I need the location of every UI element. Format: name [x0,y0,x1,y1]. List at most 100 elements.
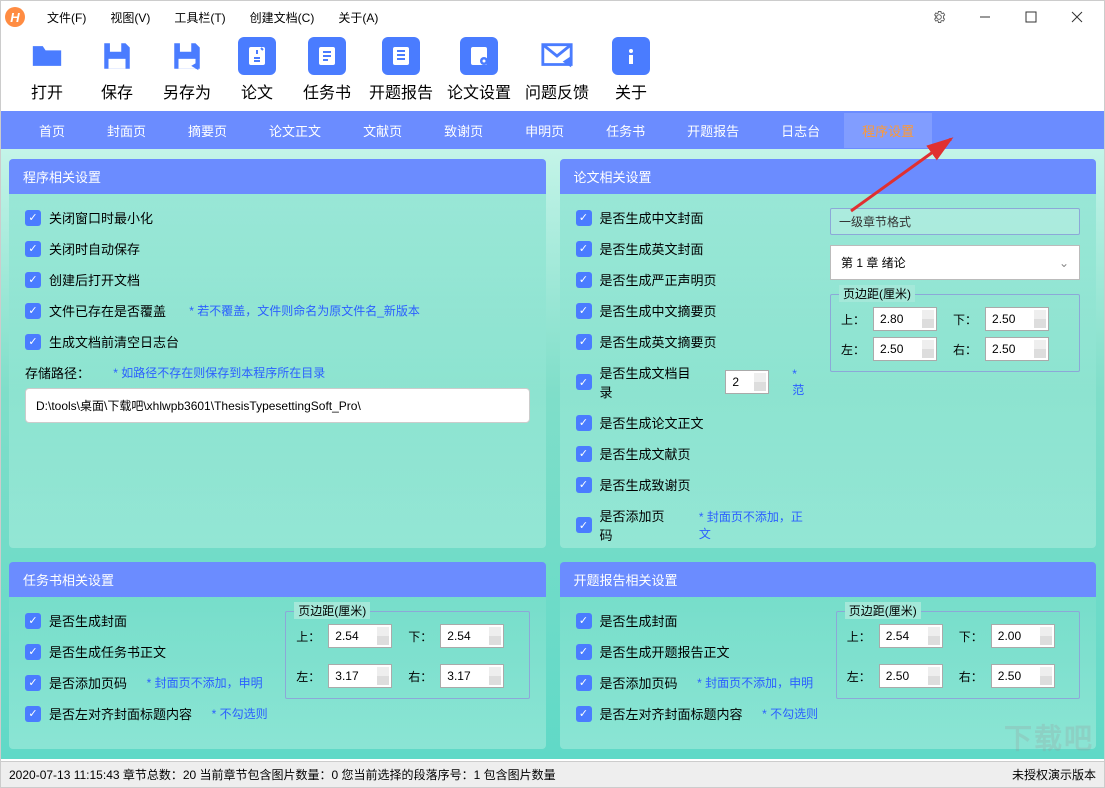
margin-bottom-input[interactable]: 2.50 [985,307,1049,331]
tab-thanks[interactable]: 致谢页 [426,113,501,148]
status-right: 未授权演示版本 [1012,766,1096,783]
panel-header: 论文相关设置 [560,159,1097,194]
checkbox[interactable] [576,675,592,691]
margin-right-input[interactable]: 3.17 [440,664,504,688]
tab-proposal[interactable]: 开题报告 [669,113,757,148]
checkbox[interactable] [576,334,592,350]
margin-bottom-input[interactable]: 2.54 [440,624,504,648]
margin-right-input[interactable]: 2.50 [991,664,1055,688]
toolbar-save[interactable]: 保存 [89,37,145,103]
checkbox[interactable] [25,675,41,691]
toolbar-saveas[interactable]: 另存为 [159,37,215,103]
check-label: 是否生成致谢页 [600,475,691,494]
toolbar-thesis[interactable]: 论文 [229,37,285,103]
label: 上： [296,628,320,645]
tab-declare[interactable]: 申明页 [507,113,582,148]
check-label: 创建后打开文档 [49,270,140,289]
margin-left-input[interactable]: 3.17 [328,664,392,688]
margin-top-input[interactable]: 2.54 [879,624,943,648]
close-button[interactable] [1054,1,1100,33]
checkbox[interactable] [25,334,41,350]
label: 问题反馈 [525,79,589,103]
toolbar-open[interactable]: 打开 [19,37,75,103]
tab-program-settings[interactable]: 程序设置 [844,113,932,148]
label: 下： [953,311,977,328]
checkbox[interactable] [25,210,41,226]
note: * 封面页不添加，申明 [697,674,813,691]
margin-title: 页边距(厘米) [845,602,921,619]
tab-home[interactable]: 首页 [21,113,83,148]
checkbox[interactable] [25,303,41,319]
dir-depth-spinner[interactable]: 2 [725,370,769,394]
settings-icon[interactable] [916,1,962,33]
toolbar-about[interactable]: 关于 [603,37,659,103]
minimize-button[interactable] [962,1,1008,33]
checkbox[interactable] [25,241,41,257]
checkbox[interactable] [25,706,41,722]
label: 上： [841,311,865,328]
toolbar-feedback[interactable]: 问题反馈 [525,37,589,103]
menu-create[interactable]: 创建文档(C) [238,9,327,26]
check-label: 是否添加页码 [600,506,676,544]
check-label: 是否添加页码 [49,673,127,692]
label: 保存 [101,79,133,103]
menu-about[interactable]: 关于(A) [326,9,390,26]
label: 开题报告 [369,79,433,103]
check-label: 是否左对齐封面标题内容 [600,704,743,723]
margin-bottom-input[interactable]: 2.00 [991,624,1055,648]
label: 另存为 [163,79,211,103]
check-label: 是否生成任务书正文 [49,642,166,661]
toolbar-task[interactable]: 任务书 [299,37,355,103]
tab-cover[interactable]: 封面页 [89,113,164,148]
label: 左： [847,668,871,685]
checkbox[interactable] [576,374,592,390]
checkbox[interactable] [576,272,592,288]
label: 左： [296,668,320,685]
checkbox[interactable] [25,613,41,629]
panel-task: 任务书相关设置 是否生成封面 是否生成任务书正文 是否添加页码 * 封面页不添加… [9,562,546,749]
checkbox[interactable] [576,706,592,722]
check-label: 是否添加页码 [600,673,678,692]
menu-view[interactable]: 视图(V) [98,9,162,26]
tab-log[interactable]: 日志台 [763,113,838,148]
app-logo: H [5,7,25,27]
label: 上： [847,628,871,645]
check-label: 是否生成文献页 [600,444,691,463]
checkbox[interactable] [576,446,592,462]
checkbox[interactable] [576,415,592,431]
checkbox[interactable] [576,517,592,533]
checkbox[interactable] [576,241,592,257]
checkbox[interactable] [576,303,592,319]
checkbox[interactable] [576,613,592,629]
toolbar-proposal[interactable]: 开题报告 [369,37,433,103]
check-label: 是否生成论文正文 [600,413,704,432]
panel-header: 程序相关设置 [9,159,546,194]
label: 左： [841,341,865,358]
margin-left-input[interactable]: 2.50 [873,337,937,361]
checkbox[interactable] [25,272,41,288]
margin-top-input[interactable]: 2.80 [873,307,937,331]
tab-body[interactable]: 论文正文 [251,113,339,148]
storage-path-input[interactable]: D:\tools\桌面\下载吧\xhlwpb3601\ThesisTypeset… [25,388,530,423]
chapter-format-label: 一级章节格式 [830,208,1080,235]
margin-right-input[interactable]: 2.50 [985,337,1049,361]
checkbox[interactable] [576,210,592,226]
toolbar-thesis-settings[interactable]: 论文设置 [447,37,511,103]
tab-refs[interactable]: 文献页 [345,113,420,148]
checkbox[interactable] [576,644,592,660]
tab-abstract[interactable]: 摘要页 [170,113,245,148]
note: * 不勾选则 [762,705,818,722]
panel-thesis: 论文相关设置 是否生成中文封面 是否生成英文封面 是否生成严正声明页 是否生成中… [560,159,1097,548]
margin-top-input[interactable]: 2.54 [328,624,392,648]
chapter-format-select[interactable]: 第 1 章 绪论⌄ [830,245,1080,280]
checkbox[interactable] [25,644,41,660]
checkbox[interactable] [576,477,592,493]
check-label: 关闭时自动保存 [49,239,140,258]
tab-task[interactable]: 任务书 [588,113,663,148]
titlebar: H 文件(F) 视图(V) 工具栏(T) 创建文档(C) 关于(A) [1,1,1104,33]
menu-toolbar[interactable]: 工具栏(T) [162,9,237,26]
menu-file[interactable]: 文件(F) [35,9,98,26]
maximize-button[interactable] [1008,1,1054,33]
margin-left-input[interactable]: 2.50 [879,664,943,688]
panel-proposal: 开题报告相关设置 是否生成封面 是否生成开题报告正文 是否添加页码 * 封面页不… [560,562,1097,749]
